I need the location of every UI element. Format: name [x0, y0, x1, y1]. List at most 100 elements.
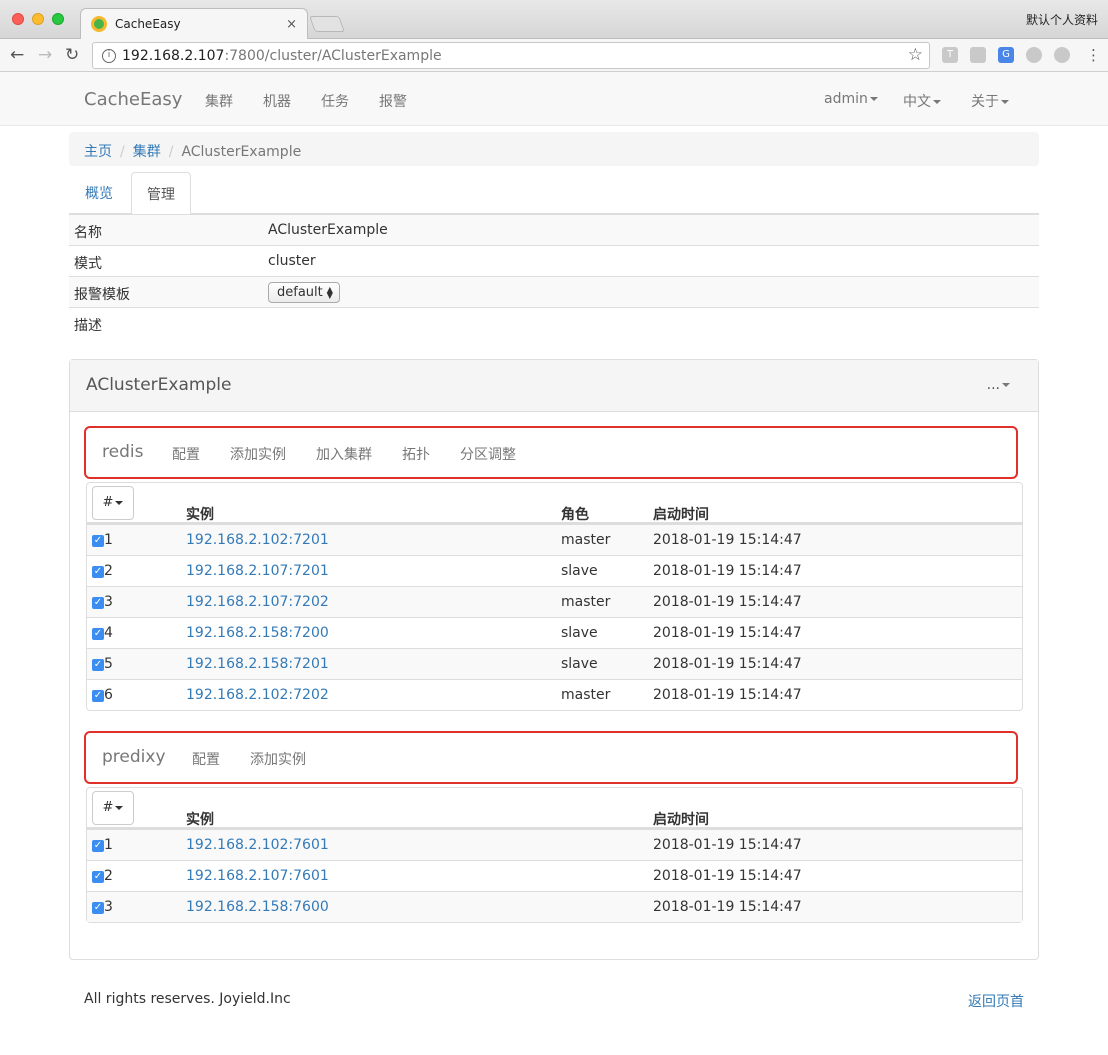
caret-down-icon: [869, 97, 878, 101]
table-row: ✓ 1 192.168.2.102:7601 2018-01-19 15:14:…: [87, 829, 1022, 860]
row-checkbox[interactable]: ✓: [92, 566, 104, 578]
instance-link[interactable]: 192.168.2.158:7201: [186, 656, 329, 672]
back-to-top-link[interactable]: 返回页首: [968, 991, 1024, 1011]
instance-link[interactable]: 192.168.2.107:7202: [186, 594, 329, 610]
address-bar[interactable]: i 192.168.2.107:7800/cluster/AClusterExa…: [92, 42, 930, 69]
extension-arc-icon[interactable]: [1026, 47, 1042, 63]
column-select-button[interactable]: #: [92, 791, 134, 825]
maximize-window-button[interactable]: [52, 13, 64, 25]
nav-machine[interactable]: 机器: [263, 91, 291, 111]
browser-tab[interactable]: CacheEasy ×: [80, 8, 308, 39]
new-tab-button[interactable]: [309, 16, 345, 32]
table-row: ✓ 5 192.168.2.158:7201 slave 2018-01-19 …: [87, 648, 1022, 679]
row-checkbox[interactable]: ✓: [92, 690, 104, 702]
table-row: ✓ 3 192.168.2.158:7600 2018-01-19 15:14:…: [87, 891, 1022, 922]
brand-link[interactable]: CacheEasy: [84, 89, 182, 110]
extension-globe-icon[interactable]: [1054, 47, 1070, 63]
redis-rebalance-link[interactable]: 分区调整: [460, 444, 516, 464]
profile-label[interactable]: 默认个人资料: [1026, 11, 1098, 28]
predixy-subnav: predixy 配置 添加实例: [84, 731, 1018, 784]
predixy-config-link[interactable]: 配置: [192, 749, 220, 769]
bookmark-star-icon[interactable]: ☆: [908, 45, 923, 65]
col-instance: 实例: [186, 812, 214, 828]
tab-overview[interactable]: 概览: [70, 172, 128, 214]
alarm-template-select[interactable]: default ▲ ▼: [268, 282, 340, 303]
redis-topology-link[interactable]: 拓扑: [402, 444, 430, 464]
instance-link[interactable]: 192.168.2.102:7201: [186, 532, 329, 548]
admin-dropdown[interactable]: admin: [824, 91, 878, 107]
row-checkbox[interactable]: ✓: [92, 535, 104, 547]
row-checkbox[interactable]: ✓: [92, 871, 104, 883]
instance-link[interactable]: 192.168.2.102:7601: [186, 837, 329, 853]
row-checkbox[interactable]: ✓: [92, 902, 104, 914]
predixy-instance-table: # 实例 启动时间 ✓ 1 192.168.2.102:7601 2018-01…: [86, 787, 1023, 923]
instance-link[interactable]: 192.168.2.107:7201: [186, 563, 329, 579]
redis-title[interactable]: redis: [102, 442, 143, 462]
browser-titlebar: CacheEasy × 默认个人资料: [0, 0, 1108, 39]
alarm-template-value: default: [277, 285, 323, 300]
redis-join-cluster-link[interactable]: 加入集群: [316, 444, 372, 464]
row-role: master: [561, 594, 611, 610]
row-index: 1: [104, 837, 113, 853]
forward-icon[interactable]: →: [38, 46, 52, 64]
favicon-icon: [91, 16, 107, 32]
row-checkbox[interactable]: ✓: [92, 840, 104, 852]
info-icon[interactable]: i: [102, 48, 116, 63]
table-header: # 实例 启动时间: [87, 788, 1022, 829]
row-role: slave: [561, 656, 598, 672]
instance-link[interactable]: 192.168.2.107:7601: [186, 868, 329, 884]
reload-icon[interactable]: ↻: [65, 46, 79, 64]
redis-add-instance-link[interactable]: 添加实例: [230, 444, 286, 464]
row-role: master: [561, 532, 611, 548]
table-row: ✓ 4 192.168.2.158:7200 slave 2018-01-19 …: [87, 617, 1022, 648]
row-checkbox[interactable]: ✓: [92, 659, 104, 671]
instance-link[interactable]: 192.168.2.158:7200: [186, 625, 329, 641]
menu-dots-icon[interactable]: ⋮: [1086, 46, 1101, 64]
row-time: 2018-01-19 15:14:47: [653, 837, 802, 853]
row-role: slave: [561, 563, 598, 579]
tab-close-icon[interactable]: ×: [286, 17, 297, 32]
predixy-add-instance-link[interactable]: 添加实例: [250, 749, 306, 769]
caret-down-icon: [115, 500, 124, 505]
row-index: 2: [104, 563, 113, 579]
browser-toolbar: ← → ↻ i 192.168.2.107:7800/cluster/AClus…: [0, 39, 1108, 72]
col-instance: 实例: [186, 507, 214, 523]
column-select-button[interactable]: #: [92, 486, 134, 520]
row-time: 2018-01-19 15:14:47: [653, 868, 802, 884]
row-checkbox[interactable]: ✓: [92, 597, 104, 609]
redis-config-link[interactable]: 配置: [172, 444, 200, 464]
row-time: 2018-01-19 15:14:47: [653, 625, 802, 641]
cluster-info-table: 名称 AClusterExample 模式 cluster 报警模板 defau…: [69, 214, 1039, 339]
row-role: master: [561, 687, 611, 703]
panel-menu-label: ...: [986, 377, 1000, 393]
url-path: :7800/cluster/AClusterExample: [224, 47, 442, 64]
back-icon[interactable]: ←: [10, 46, 24, 64]
window-controls: [12, 13, 64, 25]
row-role: slave: [561, 625, 598, 641]
app-navbar: CacheEasy 集群 机器 任务 报警 admin 中文 关于: [0, 72, 1108, 126]
translate-icon[interactable]: G: [998, 47, 1014, 63]
predixy-title[interactable]: predixy: [102, 747, 166, 767]
language-label: 中文: [903, 94, 931, 110]
panel-title: AClusterExample: [86, 375, 232, 395]
extension-t-icon[interactable]: T: [942, 47, 958, 63]
row-index: 2: [104, 868, 113, 884]
instance-link[interactable]: 192.168.2.158:7600: [186, 899, 329, 915]
admin-label: admin: [824, 91, 868, 107]
nav-cluster[interactable]: 集群: [205, 91, 233, 111]
cluster-panel: AClusterExample ... redis 配置 添加实例 加入集群 拓…: [69, 359, 1039, 960]
tab-manage[interactable]: 管理: [131, 172, 191, 215]
close-window-button[interactable]: [12, 13, 24, 25]
minimize-window-button[interactable]: [32, 13, 44, 25]
nav-task[interactable]: 任务: [321, 91, 349, 111]
extension-shield-icon[interactable]: [970, 47, 986, 63]
language-dropdown[interactable]: 中文: [903, 91, 941, 111]
instance-link[interactable]: 192.168.2.102:7202: [186, 687, 329, 703]
row-index: 3: [104, 899, 113, 915]
breadcrumb-cluster[interactable]: 集群: [133, 144, 161, 160]
nav-alarm[interactable]: 报警: [379, 91, 407, 111]
breadcrumb-home[interactable]: 主页: [84, 144, 112, 160]
about-dropdown[interactable]: 关于: [971, 91, 1009, 111]
row-checkbox[interactable]: ✓: [92, 628, 104, 640]
panel-menu-dropdown[interactable]: ...: [987, 377, 1010, 393]
